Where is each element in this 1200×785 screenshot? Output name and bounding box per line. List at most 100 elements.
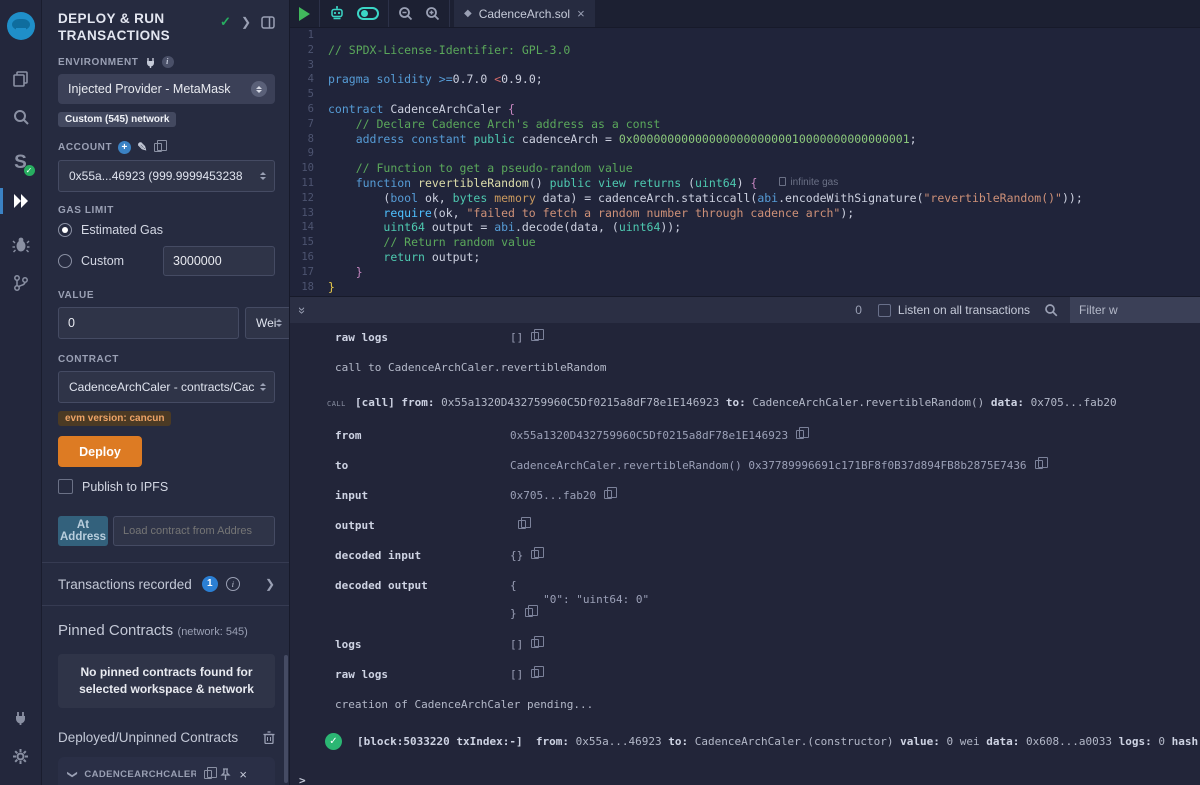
publish-ipfs-checkbox[interactable] <box>58 479 73 494</box>
copy-icon[interactable] <box>531 639 539 648</box>
at-address-button[interactable]: At Address <box>58 516 108 546</box>
copy-icon[interactable] <box>1035 460 1043 469</box>
terminal-value: [] <box>510 638 523 651</box>
environment-info-icon[interactable]: i <box>162 56 174 68</box>
edit-account-icon[interactable]: ✎ <box>137 140 148 154</box>
copy-icon[interactable] <box>525 608 533 617</box>
radio-custom-gas[interactable] <box>58 254 72 268</box>
environment-select[interactable]: Injected Provider - MetaMask <box>58 74 275 104</box>
terminal-prompt[interactable]: > <box>290 774 1200 785</box>
line-number: 4 <box>290 72 328 87</box>
copy-icon[interactable] <box>531 332 539 341</box>
zoom-out-icon[interactable] <box>398 6 413 21</box>
terminal-value: 0x55a1320D432759960C5Df0215a8dF78e1E1469… <box>510 429 788 442</box>
terminal-value: 0x705...fab20 <box>510 489 596 502</box>
copilot-toggle[interactable] <box>357 7 379 20</box>
remix-logo[interactable] <box>0 6 42 46</box>
terminal-value: { "0": "uint64: 0"} <box>510 579 649 621</box>
deploy-button[interactable]: Deploy <box>58 436 142 467</box>
code-line[interactable]: 15 // Return random value <box>290 235 1200 250</box>
line-number: 1 <box>290 28 328 43</box>
value-unit-select[interactable]: Wei <box>245 307 290 339</box>
sidebar-item-settings[interactable] <box>0 737 42 775</box>
plug-icon[interactable] <box>145 57 156 68</box>
copy-address-icon[interactable] <box>204 770 212 779</box>
code-line[interactable]: 7 // Declare Cadence Arch's address as a… <box>290 117 1200 132</box>
close-icon[interactable]: × <box>239 767 247 782</box>
transactions-recorded-row[interactable]: Transactions recorded 1 i ❯ <box>58 563 275 605</box>
terminal-key: raw logs <box>335 331 510 344</box>
code-line[interactable]: 3 <box>290 58 1200 73</box>
sidebar-item-debugger[interactable] <box>0 226 42 264</box>
gas-custom-option[interactable]: Custom <box>58 246 275 276</box>
copy-icon[interactable] <box>531 550 539 559</box>
gas-estimate-annotation: infinite gas <box>779 176 838 191</box>
code-line[interactable]: 16 return output; <box>290 250 1200 265</box>
run-script-icon[interactable] <box>299 7 310 21</box>
sidebar-item-file-explorer[interactable] <box>0 60 42 98</box>
copy-account-icon[interactable] <box>154 143 162 152</box>
sidebar-item-solidity-compiler[interactable]: S ✓ <box>0 144 42 182</box>
deployed-contract-card: ❯ CADENCEARCHCALER AT 0X37 × Balance: 0 … <box>58 757 275 785</box>
code-line[interactable]: 2// SPDX-License-Identifier: GPL-3.0 <box>290 43 1200 58</box>
code-line[interactable]: 8 address constant public cadenceArch = … <box>290 132 1200 147</box>
tab-cadencearch-sol[interactable]: ◆ CadenceArch.sol × <box>454 0 595 27</box>
terminal-value: {} <box>510 549 523 562</box>
code-line[interactable]: 11 function revertibleRandom() public vi… <box>290 176 1200 191</box>
code-line[interactable]: 14 uint64 output = abi.decode(data, (uin… <box>290 220 1200 235</box>
code-line[interactable]: 5 <box>290 87 1200 102</box>
sidebar-item-search[interactable] <box>0 98 42 136</box>
at-address-input[interactable] <box>113 516 275 546</box>
copy-icon[interactable] <box>796 430 804 439</box>
transactions-count-badge: 1 <box>202 576 218 592</box>
chevron-right-icon[interactable]: ❯ <box>265 577 275 591</box>
tab-close-icon[interactable]: × <box>577 6 585 21</box>
code-editor[interactable]: 12// SPDX-License-Identifier: GPL-3.034p… <box>290 28 1200 296</box>
code-line[interactable]: 17 } <box>290 265 1200 280</box>
code-line[interactable]: 13 require(ok, "failed to fetch a random… <box>290 206 1200 221</box>
sidebar-item-plugin-manager[interactable] <box>0 699 42 737</box>
custom-gas-input[interactable] <box>163 246 275 276</box>
select-carets-icon <box>260 383 266 391</box>
expand-terminal-icon[interactable]: » <box>295 306 310 313</box>
code-line[interactable]: 1 <box>290 28 1200 43</box>
chevron-down-icon[interactable]: ❯ <box>67 770 78 778</box>
line-number: 17 <box>290 265 328 280</box>
code-line[interactable]: 4pragma solidity >=0.7.0 <0.9.0; <box>290 72 1200 87</box>
publish-ipfs-option[interactable]: Publish to IPFS <box>58 479 275 494</box>
pin-icon[interactable] <box>220 768 231 781</box>
copy-icon[interactable] <box>531 669 539 678</box>
terminal-kv-row: raw logs[] <box>290 668 1200 681</box>
radio-estimated-gas[interactable] <box>58 223 72 237</box>
copy-icon[interactable] <box>518 520 526 529</box>
terminal-search-icon[interactable] <box>1044 303 1058 317</box>
trash-icon[interactable] <box>263 731 275 744</box>
code-line[interactable]: 9 <box>290 146 1200 161</box>
pinned-empty-message: No pinned contracts found for selected w… <box>58 654 275 708</box>
code-line[interactable]: 10 // Function to get a pseudo-random va… <box>290 161 1200 176</box>
copy-icon[interactable] <box>604 490 612 499</box>
add-account-icon[interactable]: + <box>118 141 131 154</box>
code-text: // SPDX-License-Identifier: GPL-3.0 <box>328 43 570 58</box>
line-number: 2 <box>290 43 328 58</box>
transactions-info-icon[interactable]: i <box>226 577 240 591</box>
terminal-call-row: call[call] from: 0x55a1320D432759960C5Df… <box>290 396 1200 409</box>
sidebar-scrollbar[interactable] <box>284 655 288 783</box>
sidebar-item-deploy-run[interactable] <box>0 182 42 220</box>
code-line[interactable]: 6contract CadenceArchCaler { <box>290 102 1200 117</box>
terminal-output[interactable]: raw logs[]call to CadenceArchCaler.rever… <box>290 323 1200 785</box>
code-line[interactable]: 18} <box>290 280 1200 295</box>
code-line[interactable]: 12 (bool ok, bytes memory data) = cadenc… <box>290 191 1200 206</box>
account-select[interactable]: 0x55a...46923 (999.9999453238 <box>58 160 275 192</box>
status-check-icon: ✓ <box>220 14 231 30</box>
gas-estimated-option[interactable]: Estimated Gas <box>58 223 275 237</box>
contract-select[interactable]: CadenceArchCaler - contracts/Cac <box>58 371 275 403</box>
listen-all-checkbox[interactable] <box>878 304 891 317</box>
chevron-right-icon[interactable]: ❯ <box>241 15 251 29</box>
zoom-in-icon[interactable] <box>425 6 440 21</box>
terminal-filter-input[interactable] <box>1070 297 1200 324</box>
ai-assistant-icon[interactable] <box>329 6 345 21</box>
value-input[interactable] <box>58 307 239 339</box>
sidebar-item-git[interactable] <box>0 264 42 302</box>
pin-panel-icon[interactable] <box>261 16 275 29</box>
